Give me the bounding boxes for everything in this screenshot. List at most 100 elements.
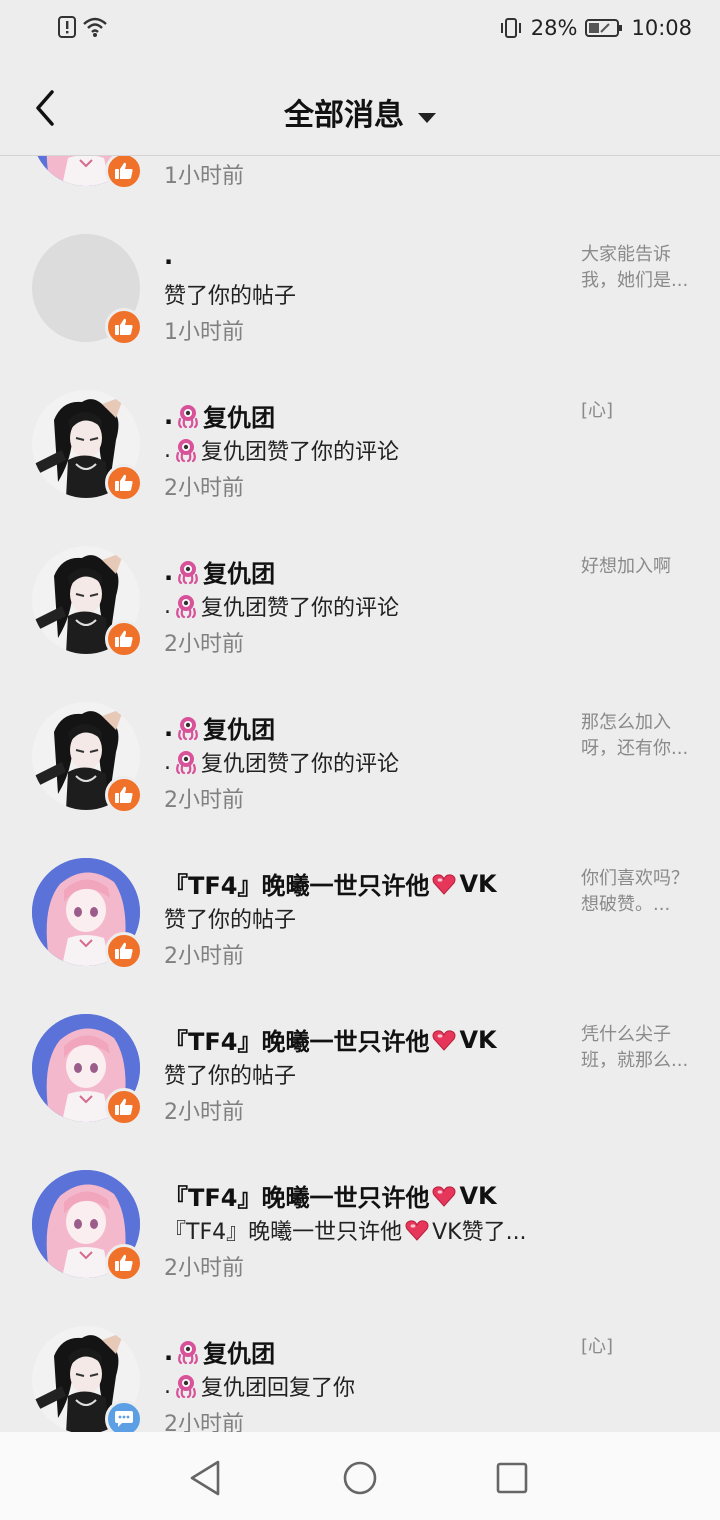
timestamp: 1小时前 [164,320,244,345]
content-preview: 大家能告诉我，她们是... [581,244,689,291]
message-row[interactable]: 1小时前 [0,156,720,198]
system-nav-bar [0,1432,720,1520]
notification-text: . 复仇团赞了你的评论 [164,590,549,622]
octopus-emoji-icon [178,1340,199,1364]
message-row[interactable]: 『TF4』晚曦一世只许他 VK 赞了你的帖子 2小时前 凭什么尖子班，就那么... [0,978,720,1134]
content-preview: 那怎么加入呀，还有你... [581,712,689,759]
sender-name[interactable]: . 复仇团 [164,1334,275,1369]
clock: 10:08 [631,16,692,40]
message-row[interactable]: . 复仇团. 复仇团赞了你的评论 2小时前 好想加入啊 [0,510,720,666]
thumbs-up-icon [115,474,133,491]
vibrate-icon [500,18,521,38]
status-bar: 28% 10:08 [0,0,720,62]
home-circle-icon[interactable] [340,1458,380,1498]
name-text: 复仇团 [203,716,276,744]
content-preview: 凭什么尖子班，就那么... [581,1024,689,1071]
sender-name[interactable]: . 复仇团 [164,398,275,433]
name-prefix: . [164,401,174,430]
name-text: 复仇团 [203,404,276,432]
name-suffix: VK [459,1181,497,1210]
thumbs-up-icon [115,318,133,335]
sender-name[interactable]: 『TF4』晚曦一世只许他 VK [164,1178,497,1213]
content-preview: 好想加入啊 [581,556,671,577]
name-text: 复仇团 [203,560,276,588]
name-text: 『TF4』晚曦一世只许他 [164,1028,430,1056]
content-preview: [心] [581,1336,614,1357]
like-badge [105,932,143,970]
name-prefix: . [164,713,174,742]
message-list[interactable]: 1小时前. 赞了你的帖子 1小时前 大家能告诉我，她们是.... 复仇团. 复仇团赞了你的… [0,156,720,1432]
octopus-emoji-icon [176,439,196,463]
notification-text: 赞了你的帖子 [164,278,549,310]
name-text: 复仇团 [203,1340,276,1368]
timestamp: 2小时前 [164,632,244,657]
message-filter-dropdown[interactable]: 全部消息 [0,90,720,134]
sender-name[interactable]: . 复仇团 [164,554,275,589]
name-prefix: . [164,1337,174,1366]
thumbs-up-icon [115,1254,133,1271]
notification-text: 赞了你的帖子 [164,902,549,934]
sender-name[interactable]: . [164,242,173,270]
name-text: 『TF4』晚曦一世只许他 [164,872,430,900]
action-text: 复仇团赞了你的评论 [201,440,400,465]
like-badge [105,776,143,814]
notification-text: 『TF4』晚曦一世只许他 VK赞了... [164,1214,549,1246]
sender-name[interactable]: 『TF4』晚曦一世只许他 VK [164,1022,497,1057]
thumbs-up-icon [115,786,133,803]
reply-badge [105,1400,143,1432]
octopus-emoji-icon [176,1375,196,1399]
recents-square-icon[interactable] [492,1458,532,1498]
caret-down-icon [418,112,436,123]
message-row[interactable]: . 赞了你的帖子 1小时前 大家能告诉我，她们是... [0,198,720,354]
message-row[interactable]: . 复仇团. 复仇团赞了你的评论 2小时前 [心] [0,354,720,510]
like-badge [105,1244,143,1282]
message-row[interactable]: . 复仇团. 复仇团回复了你 2小时前 [心] [0,1290,720,1432]
sender-name[interactable]: 『TF4』晚曦一世只许他 VK [164,866,497,901]
like-badge [105,464,143,502]
alert-icon [58,16,76,38]
app-header: 全部消息 [0,62,720,156]
timestamp: 2小时前 [164,788,244,813]
heart-emoji-icon [432,1185,456,1207]
message-row[interactable]: . 复仇团. 复仇团赞了你的评论 2小时前 那怎么加入呀，还有你... [0,666,720,822]
battery-icon [585,19,623,37]
timestamp: 2小时前 [164,1256,244,1281]
thumbs-up-icon [115,162,133,179]
heart-emoji-icon [405,1220,429,1241]
timestamp: 2小时前 [164,1412,244,1432]
wifi-icon [83,17,107,37]
name-text: . [164,242,174,270]
action-prefix: . [164,1373,171,1399]
message-row[interactable]: 『TF4』晚曦一世只许他 VK 『TF4』晚曦一世只许他 VK赞了... 2小时前 [0,1134,720,1290]
content-preview: 你们喜欢吗？想破赞。... [581,868,689,915]
thumbs-up-icon [115,942,133,959]
thumbs-up-icon [115,630,133,647]
timestamp: 2小时前 [164,1100,244,1125]
like-badge [105,620,143,658]
octopus-emoji-icon [178,404,199,428]
name-prefix: . [164,557,174,586]
action-text: 『TF4』晚曦一世只许他 [164,1220,403,1245]
notification-text: . 复仇团回复了你 [164,1370,549,1402]
heart-emoji-icon [432,873,456,895]
notification-text: . 复仇团赞了你的评论 [164,746,549,778]
like-badge [105,1088,143,1126]
timestamp: 2小时前 [164,944,244,969]
heart-emoji-icon [432,1029,456,1051]
action-prefix: . [164,593,171,619]
action-text: 赞了你的帖子 [164,1064,297,1089]
message-row[interactable]: 『TF4』晚曦一世只许他 VK 赞了你的帖子 2小时前 你们喜欢吗？想破赞。... [0,822,720,978]
content-preview: [心] [581,400,614,421]
back-triangle-icon[interactable] [186,1458,226,1498]
sender-name[interactable]: . 复仇团 [164,710,275,745]
octopus-emoji-icon [176,751,196,775]
action-text: 赞了你的帖子 [164,908,297,933]
page-title: 全部消息 [284,98,404,133]
name-suffix: VK [459,1025,497,1054]
like-badge [105,156,143,190]
notification-text: 赞了你的帖子 [164,1058,549,1090]
action-text: 复仇团赞了你的评论 [201,752,400,777]
octopus-emoji-icon [176,595,196,619]
name-text: 『TF4』晚曦一世只许他 [164,1184,430,1212]
action-text: 赞了你的帖子 [164,284,297,309]
